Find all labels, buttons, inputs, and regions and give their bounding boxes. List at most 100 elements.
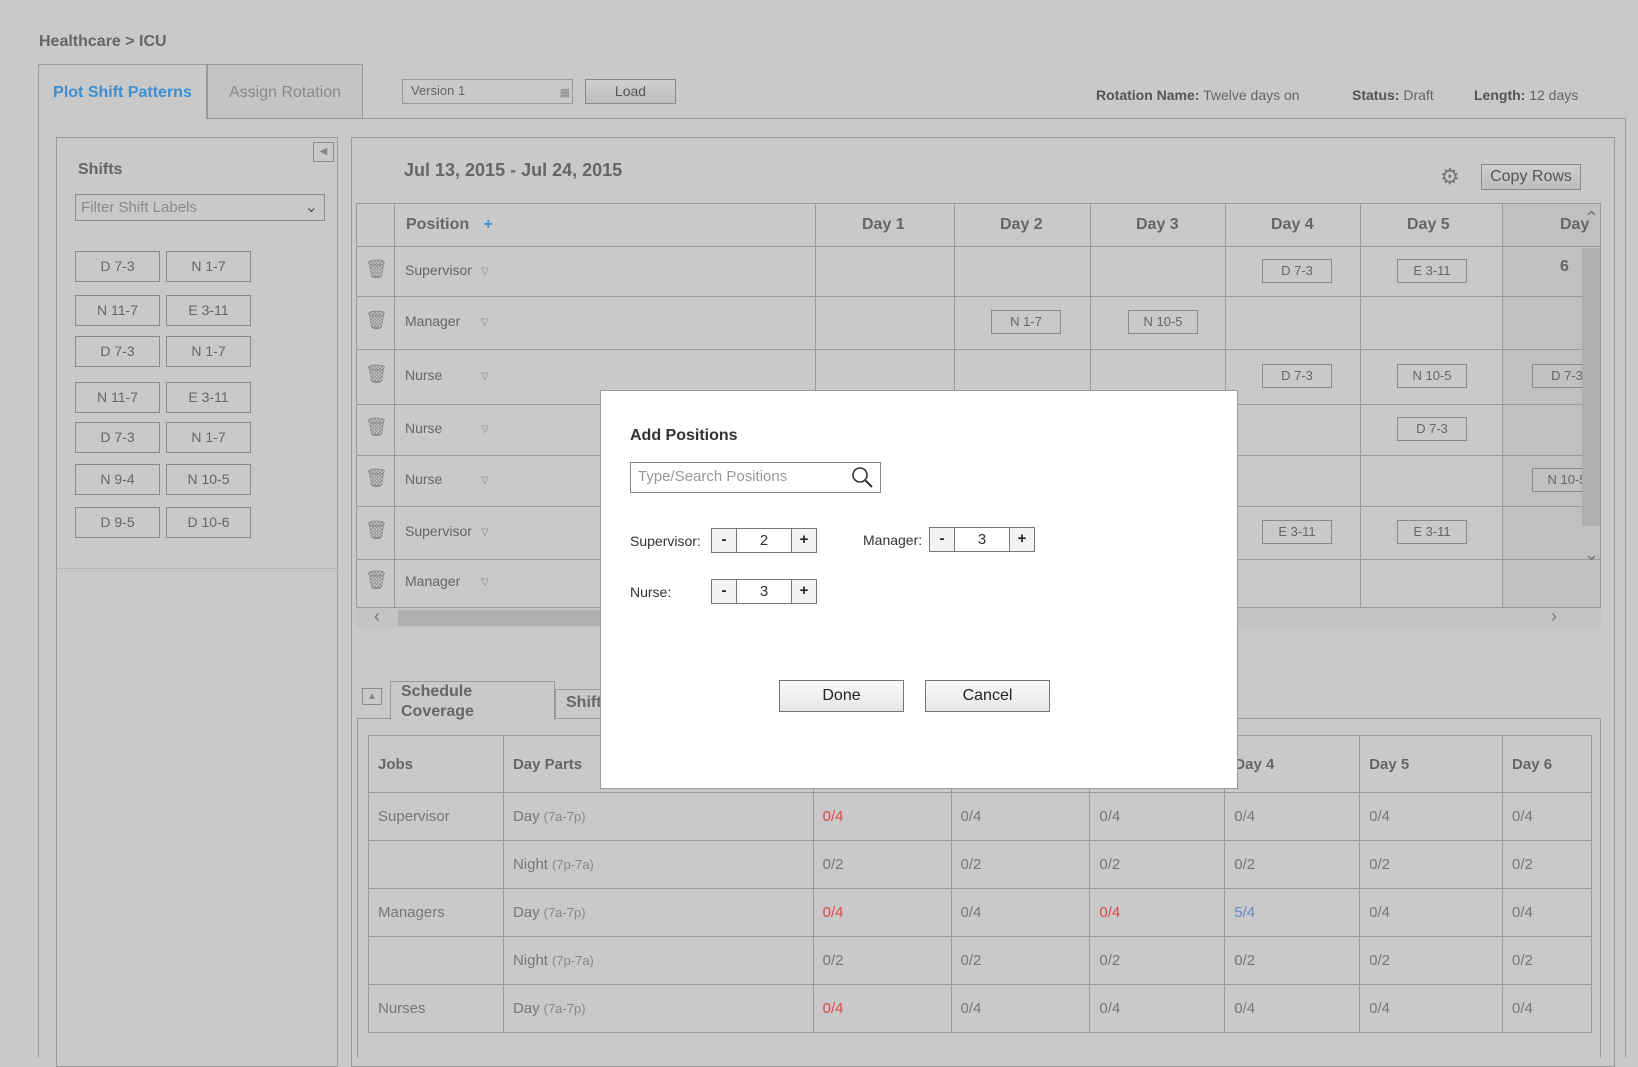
- nurse-stepper[interactable]: - 3 +: [711, 579, 817, 604]
- tab-plot-shift-patterns[interactable]: Plot Shift Patterns: [38, 64, 207, 119]
- grid-shift-chip[interactable]: E 3-11: [1262, 520, 1332, 544]
- grid-shift-chip[interactable]: E 3-11: [1397, 259, 1467, 283]
- search-positions-input[interactable]: Type/Search Positions: [630, 462, 881, 493]
- vertical-scrollbar[interactable]: [1582, 248, 1600, 526]
- coverage-value: 0/2: [1359, 840, 1504, 889]
- coverage-value: 0/4: [1224, 792, 1361, 841]
- breadcrumb: Healthcare > ICU: [39, 33, 167, 50]
- trash-icon[interactable]: 🗑: [365, 468, 388, 489]
- manager-stepper[interactable]: - 3 +: [929, 527, 1035, 552]
- day-header: Day 3: [1136, 216, 1179, 233]
- coverage-header: Jobs: [368, 735, 504, 793]
- coverage-value: 0/4: [1224, 984, 1361, 1033]
- coverage-header: Day 4: [1224, 735, 1361, 793]
- shift-chip[interactable]: N 9-4: [75, 464, 160, 495]
- coverage-value: 0/4: [1502, 888, 1592, 937]
- row-dropdown-icon[interactable]: ▽: [481, 424, 489, 435]
- copy-rows-button[interactable]: Copy Rows: [1481, 164, 1581, 190]
- nurse-value[interactable]: 3: [736, 580, 792, 603]
- trash-icon[interactable]: 🗑: [365, 364, 388, 385]
- shift-chip[interactable]: N 1-7: [166, 251, 251, 282]
- trash-icon[interactable]: 🗑: [365, 520, 388, 541]
- coverage-value: 0/2: [1224, 936, 1361, 985]
- collapse-left-icon[interactable]: ◀: [313, 142, 334, 162]
- decrement-button[interactable]: -: [930, 528, 954, 551]
- coverage-value: 0/4: [1359, 984, 1504, 1033]
- coverage-value: 0/4: [812, 792, 952, 841]
- shift-chip[interactable]: N 1-7: [166, 336, 251, 367]
- row-dropdown-icon[interactable]: ▽: [481, 577, 489, 588]
- shifts-title: Shifts: [78, 161, 123, 178]
- scroll-up-icon[interactable]: ⌃: [1584, 208, 1599, 229]
- collapse-up-icon[interactable]: ▲: [362, 688, 382, 705]
- manager-value[interactable]: 3: [954, 528, 1010, 551]
- grid-shift-chip[interactable]: N 10-5: [1397, 364, 1467, 388]
- trash-icon[interactable]: 🗑: [365, 259, 388, 280]
- coverage-row: Night (7p-7a) 0/2 0/2 0/2 0/2 0/2 0/2: [368, 936, 1592, 985]
- shift-chip[interactable]: D 7-3: [75, 422, 160, 453]
- supervisor-stepper[interactable]: - 2 +: [711, 528, 817, 553]
- coverage-value: 0/4: [1359, 792, 1504, 841]
- search-icon[interactable]: [850, 465, 874, 489]
- gear-icon[interactable]: ⚙: [1440, 164, 1460, 190]
- supervisor-value[interactable]: 2: [736, 529, 792, 552]
- decrement-button[interactable]: -: [712, 580, 736, 603]
- add-position-icon[interactable]: +: [484, 216, 493, 233]
- day-part-cell: Night (7p-7a): [502, 840, 814, 889]
- grid-shift-chip[interactable]: N 1-7: [991, 310, 1061, 334]
- load-button[interactable]: Load: [585, 79, 676, 104]
- row-position-label: Nurse: [405, 471, 443, 487]
- day-header: Day 4: [1271, 216, 1314, 233]
- date-range: Jul 13, 2015 - Jul 24, 2015: [404, 160, 623, 180]
- version-select[interactable]: Version 1 ▦: [402, 79, 573, 104]
- row-dropdown-icon[interactable]: ▽: [481, 317, 489, 328]
- row-position-label: Nurse: [405, 420, 443, 436]
- coverage-value: 0/2: [1502, 936, 1592, 985]
- coverage-row: Nurses Day (7a-7p) 0/4 0/4 0/4 0/4 0/4 0/4: [368, 984, 1592, 1033]
- trash-icon[interactable]: 🗑: [365, 310, 388, 331]
- trash-icon[interactable]: 🗑: [365, 570, 388, 591]
- row-position-label: Manager: [405, 573, 461, 589]
- done-button[interactable]: Done: [779, 680, 904, 712]
- shift-chip[interactable]: E 3-11: [166, 295, 251, 326]
- grid-shift-chip[interactable]: D 7-3: [1397, 417, 1467, 441]
- grid-shift-chip[interactable]: E 3-11: [1397, 520, 1467, 544]
- grid-shift-chip[interactable]: D 7-3: [1262, 259, 1332, 283]
- scroll-left-icon[interactable]: ‹: [374, 606, 380, 627]
- grid-shift-chip[interactable]: N 10-5: [1128, 310, 1198, 334]
- grid-shift-chip[interactable]: D 7-3: [1262, 364, 1332, 388]
- shift-chip[interactable]: D 7-3: [75, 251, 160, 282]
- shift-chip[interactable]: D 7-3: [75, 336, 160, 367]
- row-position-label: Supervisor: [405, 262, 472, 278]
- scroll-down-icon[interactable]: ⌄: [1584, 544, 1599, 565]
- tab-schedule-coverage[interactable]: Schedule Coverage: [390, 681, 555, 720]
- tab-assign-rotation[interactable]: Assign Rotation: [207, 64, 363, 119]
- coverage-value: 5/4: [1224, 888, 1361, 937]
- row-dropdown-icon[interactable]: ▽: [481, 527, 489, 538]
- scroll-right-icon[interactable]: ›: [1551, 606, 1557, 627]
- decrement-button[interactable]: -: [712, 529, 736, 552]
- dialog-title: Add Positions: [630, 427, 738, 444]
- position-header: Position +: [406, 216, 493, 233]
- list-search-icon: ▦: [559, 87, 570, 99]
- increment-button[interactable]: +: [792, 529, 816, 552]
- increment-button[interactable]: +: [792, 580, 816, 603]
- shift-chip[interactable]: N 1-7: [166, 422, 251, 453]
- shift-chip[interactable]: N 10-5: [166, 464, 251, 495]
- cancel-button[interactable]: Cancel: [925, 680, 1050, 712]
- row-dropdown-icon[interactable]: ▽: [481, 266, 489, 277]
- row-dropdown-icon[interactable]: ▽: [481, 371, 489, 382]
- row-dropdown-icon[interactable]: ▽: [481, 475, 489, 486]
- filter-shift-labels[interactable]: Filter Shift Labels ⌄: [75, 194, 325, 221]
- increment-button[interactable]: +: [1010, 528, 1034, 551]
- shift-chip[interactable]: D 9-5: [75, 507, 160, 538]
- day-header: Day 1: [862, 216, 905, 233]
- shift-chip[interactable]: N 11-7: [75, 382, 160, 413]
- shift-chip[interactable]: N 11-7: [75, 295, 160, 326]
- shift-chip[interactable]: D 10-6: [166, 507, 251, 538]
- coverage-value: 0/4: [1089, 888, 1226, 937]
- coverage-value: 0/2: [1502, 840, 1592, 889]
- trash-icon[interactable]: 🗑: [365, 417, 388, 438]
- shift-chip[interactable]: E 3-11: [166, 382, 251, 413]
- chevron-down-icon: ⌄: [304, 199, 318, 216]
